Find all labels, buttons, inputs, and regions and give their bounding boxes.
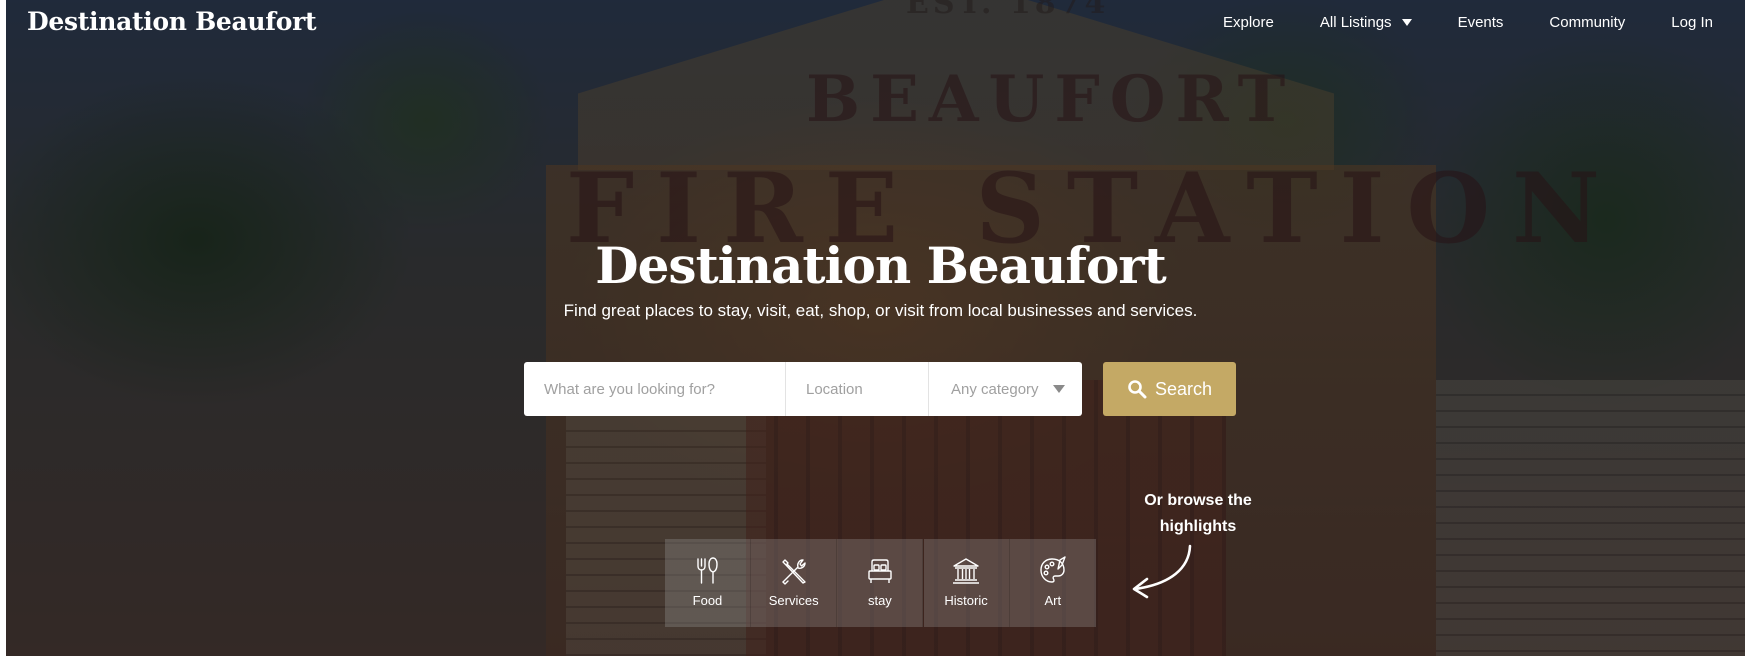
category-services[interactable]: Services [751, 539, 838, 627]
nav-community[interactable]: Community [1549, 14, 1625, 31]
category-selected-value: Any category [951, 380, 1039, 398]
nav-login[interactable]: Log In [1671, 14, 1713, 31]
chevron-down-icon [1053, 385, 1065, 393]
search-button-label: Search [1154, 378, 1213, 399]
bed-icon [868, 559, 892, 583]
search-form: Any category [524, 362, 1082, 416]
hero-title: Destination Beaufort [595, 236, 1166, 295]
category-services-label: Services [768, 593, 819, 608]
category-food-label: Food [692, 593, 723, 608]
category-stay[interactable]: stay [837, 539, 924, 627]
location-input[interactable] [786, 362, 929, 416]
category-food[interactable]: Food [665, 539, 751, 627]
nav-menu: Explore All Listings Events Community Lo… [1223, 14, 1713, 31]
nav-all-listings[interactable]: All Listings [1320, 14, 1412, 31]
category-select[interactable]: Any category [929, 362, 1082, 416]
nav-all-listings-label: All Listings [1319, 14, 1392, 31]
curved-arrow-icon [1132, 544, 1192, 599]
landmark-icon [953, 558, 980, 584]
nav-events-label: Events [1457, 14, 1504, 31]
search-button[interactable]: Search [1103, 362, 1236, 416]
category-highlights: Food Services stay Historic Art [665, 539, 1096, 627]
nav-login-label: Log In [1671, 14, 1713, 31]
utensils-icon [697, 557, 719, 584]
caret-down-icon [1401, 19, 1412, 26]
nav-events[interactable]: Events [1458, 14, 1504, 31]
search-icon [1128, 380, 1147, 399]
category-art-label: Art [1044, 593, 1062, 608]
site-logo[interactable]: Destination Beaufort [27, 7, 317, 36]
nav-community-label: Community [1549, 14, 1626, 31]
hero-subtitle: Find great places to stay, visit, eat, s… [563, 301, 1198, 320]
nav-explore[interactable]: Explore [1223, 14, 1274, 31]
category-art[interactable]: Art [1009, 539, 1096, 627]
category-historic-label: Historic [944, 593, 988, 608]
keyword-search-input[interactable] [524, 362, 786, 416]
browse-highlights-note: Or browse the highlights [1144, 492, 1252, 535]
nav-explore-label: Explore [1223, 14, 1274, 31]
category-stay-label: stay [867, 593, 892, 608]
palette-icon [1040, 556, 1066, 583]
top-navigation: Destination Beaufort Explore All Listing… [0, 0, 1745, 48]
tools-icon [781, 559, 806, 585]
category-historic[interactable]: Historic [923, 539, 1010, 627]
